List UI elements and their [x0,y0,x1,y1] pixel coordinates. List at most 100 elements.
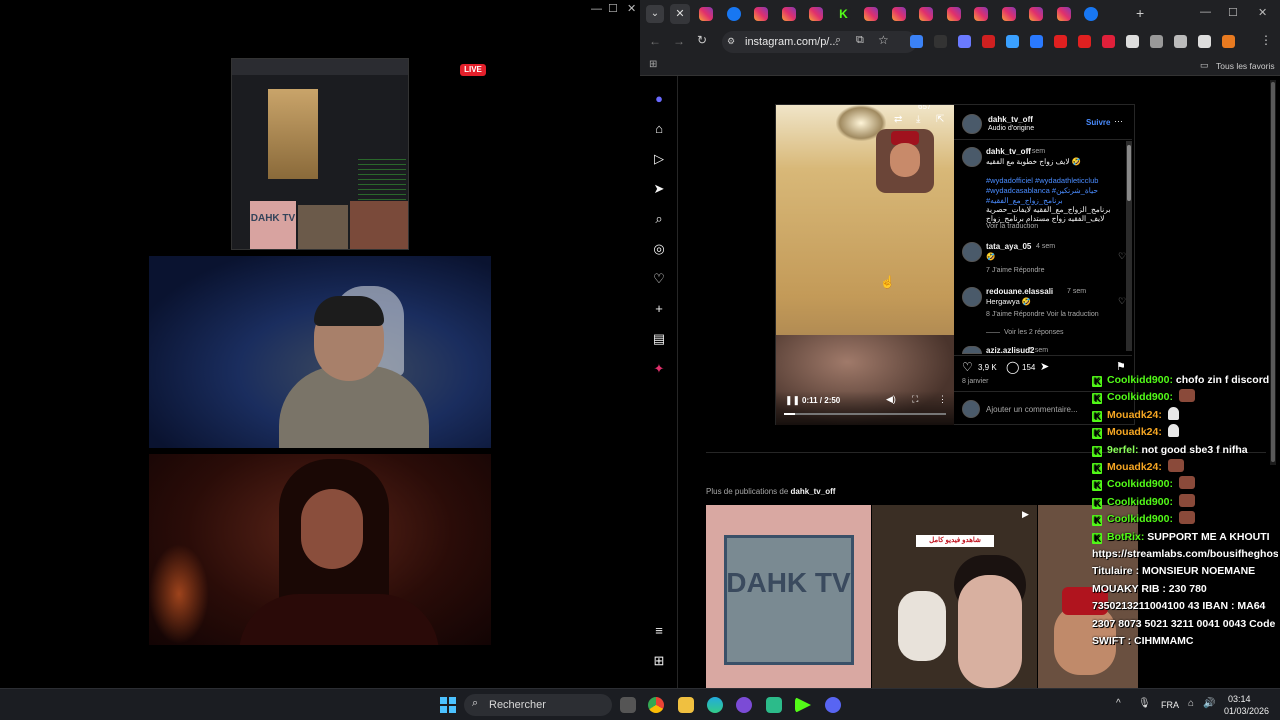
volume-icon[interactable]: 🔊 [1203,698,1215,709]
grid-post[interactable]: DAHK TV [706,505,871,688]
comment-username[interactable]: tata_aya_05 [986,242,1031,251]
comment-avatar[interactable] [962,346,982,354]
author-username[interactable]: dahk_tv_off [988,115,1033,124]
task-view-icon[interactable] [620,697,636,713]
maximize-button[interactable]: ☐ [608,2,618,15]
minimize-button[interactable]: — [591,3,602,15]
app-icon[interactable] [766,697,782,713]
extension-icon[interactable] [1174,35,1187,48]
home-icon[interactable]: ⌂ [652,122,666,136]
zoom-icon[interactable]: ⌕ [835,34,841,47]
caption-hashtags[interactable]: #wydadcasablanca #حياة_شرتكين [986,186,1098,195]
extension-icon[interactable] [1006,35,1019,48]
chat-username[interactable]: 9erfel [1107,444,1135,456]
caption-hashtags[interactable]: #برنامج_زواج_مع_الفقيه [986,196,1063,205]
pause-icon[interactable]: ❚❚ [785,395,800,406]
reload-icon[interactable]: ↻ [697,33,707,47]
add-comment-input[interactable]: Ajouter un commentaire... [986,405,1078,414]
comments-scroll-thumb[interactable] [1127,145,1131,201]
explore-icon[interactable]: ◎ [652,242,666,256]
chat-username[interactable]: Coolkidd900 [1107,391,1169,403]
url-text[interactable]: instagram.com/p/... [745,36,839,48]
comment-username[interactable]: redouane.elassali [986,287,1053,296]
facebook-tab-icon[interactable] [1084,7,1098,21]
post-options-icon[interactable]: ··· [1114,116,1123,126]
chat-username[interactable]: Mouadk24 [1107,426,1158,438]
browser-minimize-button[interactable]: — [1200,6,1211,18]
comment-icon[interactable]: ◯ [1006,360,1019,374]
bookmark-star-icon[interactable]: ☆ [878,33,889,47]
audio-label[interactable]: Audio d'origine [988,125,1034,132]
extension-icon[interactable] [958,35,971,48]
instagram-tab-icon[interactable] [864,7,878,21]
extension-icon[interactable] [1150,35,1163,48]
repost-icon[interactable]: ⇄ [894,114,902,125]
caption-avatar[interactable] [962,147,982,167]
tray-chevron-icon[interactable]: ^ [1116,698,1121,709]
app-icon[interactable] [795,697,811,713]
chat-username[interactable]: Mouadk24 [1107,409,1158,421]
install-icon[interactable]: ⧉ [856,34,864,47]
chat-username[interactable]: BotRix [1107,531,1141,543]
dashboard-icon[interactable]: ▤ [652,332,666,346]
post-video[interactable]: 657 ⇄ ⤓ ⇱ ☝ ❚❚ 0:11 / 2:50 ◀) ⛶ ⋮ [776,105,954,425]
microphone-icon[interactable]: 🎙 [1138,698,1151,709]
clock-time[interactable]: 03:14 [1228,694,1251,704]
extension-icon[interactable] [1078,35,1091,48]
reels-icon[interactable]: ▷ [652,152,666,166]
fullscreen-icon[interactable]: ⛶ [912,394,918,405]
search-placeholder[interactable]: Rechercher [489,699,546,711]
extension-icon[interactable] [910,35,923,48]
app-icon[interactable] [736,697,752,713]
facebook-tab-icon[interactable] [726,7,741,21]
edge-icon[interactable] [707,697,723,713]
forward-icon[interactable]: → [673,34,685,48]
browser-maximize-button[interactable]: ☐ [1228,6,1238,19]
see-translation-link[interactable]: Voir la traduction [986,223,1038,230]
volume-icon[interactable]: ◀) [886,394,896,405]
video-more-icon[interactable]: ⋮ [938,394,947,405]
instagram-tab-icon[interactable] [1056,7,1071,21]
like-count[interactable]: 3,9 K [978,363,997,372]
video-progress-bar[interactable] [784,413,946,415]
instagram-tab-icon[interactable] [946,7,961,21]
view-replies-link[interactable]: Voir les 2 réponses [1004,329,1064,336]
kick-tab-icon[interactable]: K [836,7,851,21]
download-icon[interactable]: ⤓ [916,114,920,125]
chat-username[interactable]: Coolkidd900 [1107,374,1169,386]
extension-icon[interactable] [1030,35,1043,48]
comment-avatar[interactable] [962,287,982,307]
chat-username[interactable]: Mouadk24 [1107,461,1158,473]
more-menu-icon[interactable]: ≡ [652,624,666,638]
instagram-tab-icon[interactable] [754,7,768,21]
clock-date[interactable]: 01/03/2026 [1224,706,1269,716]
instagram-tab-icon[interactable] [919,7,933,21]
chrome-icon[interactable] [648,697,664,713]
comment-meta[interactable]: 7 J'aime Répondre [986,267,1045,274]
chat-username[interactable]: Coolkidd900 [1107,478,1169,490]
all-bookmarks-link[interactable]: Tous les favoris [1216,61,1275,71]
comment-username[interactable]: aziz.azlisud2 [986,346,1034,355]
grid-post[interactable]: شاهدو فيديو كامل ▶ [872,505,1037,688]
instagram-tab-icon[interactable] [891,7,906,21]
network-icon[interactable]: ⌂ [1188,698,1194,709]
comment-avatar[interactable] [962,242,982,262]
caption-hashtags[interactable]: #wydadofficiel #wydadathleticclub [986,176,1098,185]
discord-icon[interactable] [825,697,841,713]
tab-search-button[interactable]: ⌄ [646,5,664,23]
site-info-icon[interactable]: ⚙ [727,36,735,47]
instagram-tab-icon[interactable] [1001,7,1016,21]
chat-username[interactable]: Coolkidd900 [1107,496,1169,508]
extension-icon[interactable] [934,35,947,48]
close-button[interactable]: ✕ [627,2,636,15]
follow-button[interactable]: Suivre [1086,118,1110,127]
create-icon[interactable]: + [652,302,666,316]
extension-icon[interactable] [1054,35,1067,48]
also-from-meta-icon[interactable]: ⊞ [652,654,666,668]
comment-like-icon[interactable]: ♡ [1118,251,1126,262]
start-icon[interactable] [440,697,456,713]
comment-meta[interactable]: 8 J'aime Répondre Voir la traduction [986,311,1099,318]
instagram-tab-icon[interactable] [809,7,823,21]
more-posts-user[interactable]: dahk_tv_off [791,487,836,496]
extension-icon[interactable] [1222,35,1235,48]
